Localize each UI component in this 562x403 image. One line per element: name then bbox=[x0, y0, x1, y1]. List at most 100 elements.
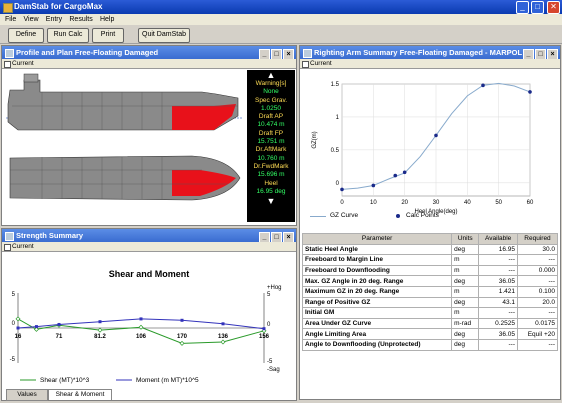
sm-left-tick: 5 bbox=[12, 292, 16, 298]
toolbar: Define Run Calc Print Quit DamStab bbox=[0, 25, 562, 44]
sm-moment-point bbox=[262, 327, 266, 331]
table-cell: 0.2525 bbox=[478, 317, 518, 330]
menu-view[interactable]: View bbox=[24, 16, 39, 23]
pane-maximize-button[interactable]: □ bbox=[535, 49, 546, 59]
gz-legend: GZ Curve Calc Points bbox=[304, 212, 556, 222]
table-header[interactable]: Available bbox=[478, 233, 518, 245]
table-cell: Angle Limiting Area bbox=[302, 328, 453, 340]
righting-condition-label: Current bbox=[300, 59, 560, 69]
table-cell: Max. GZ Angle in 20 deg. Range bbox=[302, 275, 453, 287]
sm-right-tick: -5 bbox=[267, 359, 273, 365]
menu-file[interactable]: File bbox=[5, 16, 16, 23]
strength-title-text: Strength Summary bbox=[16, 231, 84, 240]
menu-help[interactable]: Help bbox=[100, 16, 114, 23]
table-row: Initial GM m --- --- bbox=[302, 307, 558, 319]
table-cell: deg bbox=[451, 328, 480, 340]
readout-label: Spec Grav. bbox=[254, 96, 288, 104]
gz-x-tick: 30 bbox=[433, 200, 440, 206]
gz-calc-point bbox=[481, 83, 485, 88]
readout-scroll-up-icon[interactable]: ▲ bbox=[247, 70, 295, 80]
parameters-table-wrap: Parameter Units Available Required Static H… bbox=[302, 233, 558, 399]
profile-title-text: Profile and Plan Free-Floating Damaged bbox=[16, 48, 159, 57]
gz-calc-point bbox=[340, 187, 344, 192]
tab-shear-moment[interactable]: Shear & Moment bbox=[48, 389, 112, 400]
readout-scroll-down-icon[interactable]: ▼ bbox=[247, 196, 295, 206]
table-cell: deg bbox=[451, 243, 480, 256]
pane-close-button[interactable]: × bbox=[547, 49, 558, 59]
parameters-table: Parameter Units Available Required Static H… bbox=[302, 233, 558, 351]
gz-calc-point bbox=[393, 173, 398, 178]
run-calc-button[interactable]: Run Calc bbox=[47, 28, 89, 43]
pane-icon bbox=[303, 49, 312, 58]
readout-value: 16.95 deg bbox=[256, 187, 286, 195]
sm-shear-point bbox=[138, 324, 144, 330]
gz-legend-line-swatch bbox=[310, 216, 326, 217]
table-cell: 43.1 bbox=[478, 296, 518, 309]
pane-minimize-button[interactable]: _ bbox=[523, 49, 534, 59]
readout-value: 15.751 m bbox=[257, 138, 285, 146]
sm-chart-title: Shear and Moment bbox=[109, 269, 190, 279]
table-row: Freeboard to Downflooding m --- 0.000 bbox=[302, 264, 558, 277]
table-cell: m bbox=[451, 285, 480, 298]
define-button[interactable]: Define bbox=[8, 28, 44, 43]
window-titlebar: DamStab for CargoMax _ □ ✕ bbox=[0, 0, 562, 14]
print-button[interactable]: Print bbox=[92, 28, 124, 43]
table-cell: Equil +20 bbox=[517, 328, 558, 340]
table-cell: --- bbox=[478, 307, 518, 319]
sm-x-tick: 170 bbox=[177, 334, 188, 340]
table-row: Angle to Downflooding (Unprotected) deg --… bbox=[302, 338, 558, 351]
menu-entry[interactable]: Entry bbox=[46, 16, 62, 23]
gz-calc-point bbox=[434, 133, 438, 138]
sm-shear-point bbox=[15, 316, 21, 322]
table-cell: Static Heel Angle bbox=[302, 243, 453, 256]
table-cell: m bbox=[451, 307, 480, 319]
minimize-button[interactable]: _ bbox=[516, 1, 529, 14]
gz-x-tick: 10 bbox=[370, 200, 377, 206]
table-cell: deg bbox=[451, 275, 480, 287]
table-row: Max. GZ Angle in 20 deg. Range deg 36.05 --… bbox=[302, 275, 558, 287]
tab-values[interactable]: Values bbox=[6, 389, 48, 401]
table-cell: 36.05 bbox=[478, 275, 518, 287]
strength-condition-label: Current bbox=[2, 242, 296, 252]
gz-legend-points: Calc Points bbox=[406, 212, 439, 219]
sm-x-tick: 136 bbox=[218, 334, 229, 340]
table-cell: Area Under GZ Curve bbox=[302, 317, 453, 330]
table-cell: 20.0 bbox=[517, 296, 558, 309]
funnel bbox=[23, 73, 39, 83]
sm-x-tick: 71 bbox=[56, 334, 63, 340]
gz-x-tick: 60 bbox=[527, 200, 534, 206]
sm-moment-point bbox=[221, 322, 225, 326]
table-cell: Initial GM bbox=[302, 307, 453, 319]
sm-legend-shear: Shear (MT)*10^3 bbox=[40, 377, 90, 384]
quit-button[interactable]: Quit DamStab bbox=[138, 28, 190, 43]
strength-pane: Strength Summary _ □ × Current Shear and M… bbox=[1, 228, 297, 401]
table-cell: --- bbox=[517, 307, 558, 319]
readout-label: Dr.AftMark bbox=[255, 146, 287, 154]
table-header[interactable]: Parameter bbox=[302, 233, 453, 245]
readout-value: 10.474 m bbox=[257, 121, 285, 129]
gz-y-tick: 0.5 bbox=[331, 148, 340, 154]
table-header[interactable]: Units bbox=[451, 233, 480, 245]
gz-x-tick: 50 bbox=[495, 200, 502, 206]
close-button[interactable]: ✕ bbox=[547, 1, 560, 14]
table-cell: --- bbox=[517, 338, 558, 351]
righting-pane-title: Righting Arm Summary Free-Floating Damag… bbox=[300, 46, 560, 59]
sm-x-tick: 106 bbox=[136, 334, 147, 340]
sm-x-tick: 16 bbox=[15, 334, 22, 340]
maximize-button[interactable]: □ bbox=[531, 1, 544, 14]
sm-moment-point bbox=[16, 326, 20, 330]
readout-label: Dr.FwdMark bbox=[253, 162, 289, 170]
table-cell: 30.0 bbox=[517, 243, 558, 256]
table-cell: Freeboard to Downflooding bbox=[302, 264, 453, 277]
ship-drawing bbox=[2, 70, 246, 225]
table-cell: --- bbox=[517, 254, 558, 266]
sm-moment-point bbox=[57, 323, 61, 326]
gz-legend-curve: GZ Curve bbox=[330, 212, 359, 219]
table-cell: --- bbox=[478, 254, 518, 266]
menu-results[interactable]: Results bbox=[69, 16, 92, 23]
shear-moment-chart: Shear and Moment50-5+Hog50-5-Sag16 71 81.2… bbox=[10, 269, 282, 384]
table-cell: Range of Positive GZ bbox=[302, 296, 453, 309]
table-header[interactable]: Required bbox=[517, 233, 558, 245]
table-row: Static Heel Angle deg 16.95 30.0 bbox=[302, 243, 558, 256]
profile-pane: Profile and Plan Free-Floating Damaged _… bbox=[1, 45, 297, 226]
